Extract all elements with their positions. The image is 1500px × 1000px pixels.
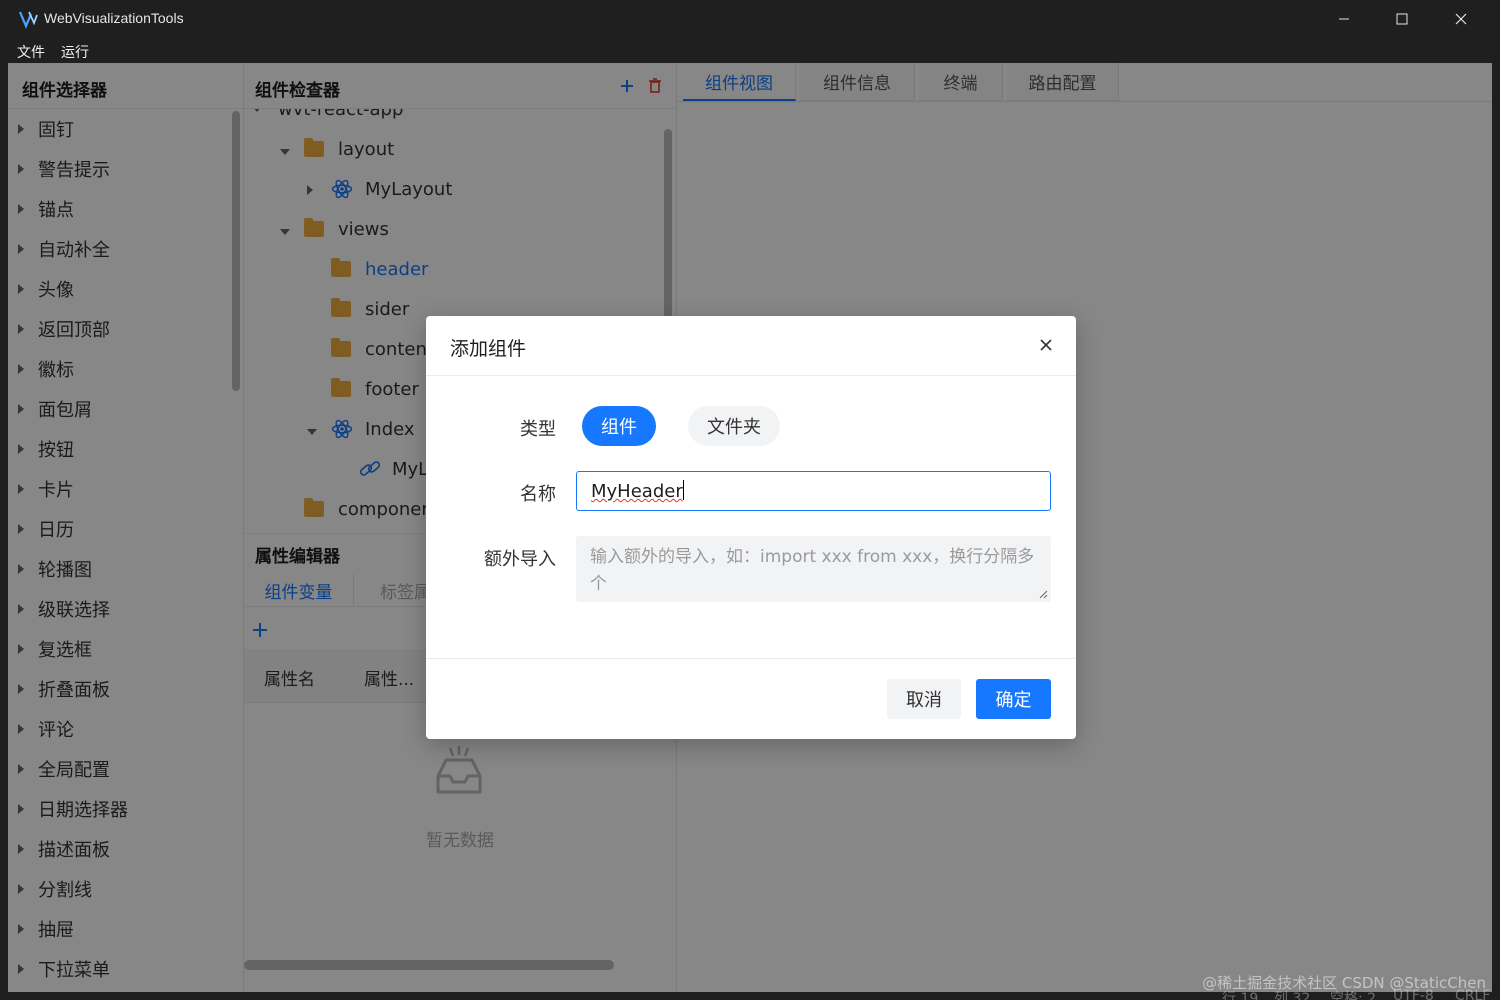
- app-logo-icon: [18, 11, 38, 29]
- close-window-button[interactable]: [1432, 0, 1490, 38]
- window-edge-right: [1492, 0, 1500, 1000]
- close-icon: [1455, 13, 1467, 25]
- text-cursor: [682, 480, 684, 500]
- window-title: WebVisualizationTools: [44, 10, 184, 26]
- status-item: UTF-8: [1393, 988, 1434, 1000]
- minimize-button[interactable]: [1315, 0, 1373, 38]
- divider: [426, 658, 1076, 659]
- dialog-title: 添加组件: [450, 338, 527, 360]
- menu-file[interactable]: 文件: [17, 42, 45, 62]
- imports-label: 额外导入: [484, 549, 556, 570]
- name-input-value: MyHeader: [591, 481, 683, 502]
- minimize-icon: [1339, 18, 1349, 20]
- imports-textarea[interactable]: 输入额外的导入，如：import xxx from xxx，换行分隔多个: [576, 536, 1051, 602]
- type-option-folder[interactable]: 文件夹: [688, 406, 780, 446]
- maximize-icon: [1396, 13, 1408, 25]
- divider: [426, 375, 1076, 376]
- ok-button[interactable]: 确定: [976, 679, 1051, 719]
- maximize-button[interactable]: [1373, 0, 1431, 38]
- status-item: CRLF: [1455, 988, 1491, 1000]
- name-input[interactable]: MyHeader: [576, 471, 1051, 511]
- dialog-close-button[interactable]: [1040, 335, 1052, 356]
- cancel-button[interactable]: 取消: [887, 679, 961, 719]
- imports-placeholder: 输入额外的导入，如：import xxx from xxx，换行分隔多个: [590, 547, 1035, 594]
- window-edge-left: [0, 63, 8, 992]
- resize-handle-icon[interactable]: [1039, 590, 1048, 599]
- type-option-component[interactable]: 组件: [582, 406, 656, 446]
- add-component-dialog: 添加组件 类型 组件 文件夹 名称 MyHeader 额外导入 输入额外的导入，…: [426, 316, 1076, 739]
- status-item: 行 19: [1222, 991, 1259, 1000]
- status-item: 列 32: [1274, 991, 1311, 1000]
- window-titlebar: WebVisualizationTools: [0, 0, 1500, 38]
- menu-run[interactable]: 运行: [61, 42, 89, 62]
- name-label: 名称: [520, 484, 556, 505]
- close-icon: [1040, 339, 1052, 351]
- status-item: 空格: 2: [1330, 991, 1377, 1000]
- menubar: 文件 运行: [0, 38, 1492, 63]
- type-label: 类型: [520, 419, 556, 440]
